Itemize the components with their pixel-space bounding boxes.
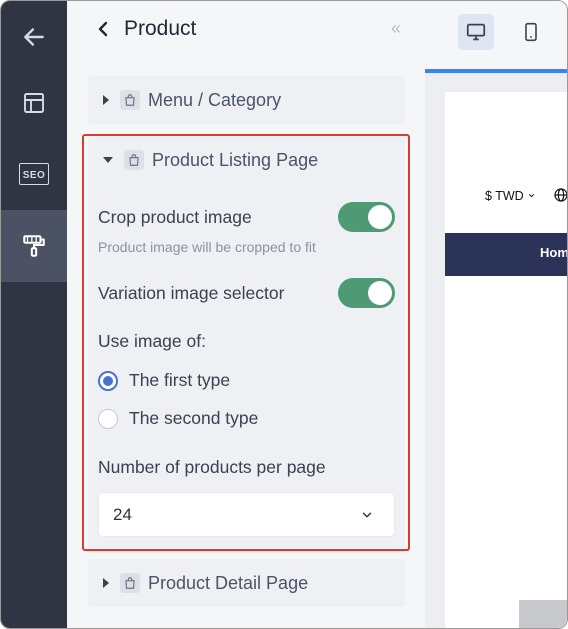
device-toolbar: [425, 1, 567, 69]
section-menu-category[interactable]: Menu / Category: [88, 76, 405, 124]
mobile-icon: [525, 22, 537, 42]
layout-rail-button[interactable]: [1, 67, 67, 139]
desktop-preview-button[interactable]: [458, 14, 494, 50]
panel-title: Product: [124, 17, 197, 40]
site-navbar: Hom: [445, 233, 567, 276]
seo-icon: SEO: [18, 163, 50, 185]
shopping-bag-icon: [120, 90, 140, 110]
preview-area: $ TWD Hom: [425, 1, 568, 628]
settings-panel: Product « Menu / Category Product Listin…: [67, 1, 425, 628]
collapse-panel-button[interactable]: «: [391, 18, 401, 39]
paint-roller-icon: [23, 235, 45, 257]
shopping-bag-icon: [120, 573, 140, 593]
seo-rail-button[interactable]: SEO: [1, 138, 67, 210]
nav-item-home[interactable]: Hom: [540, 245, 567, 260]
caret-right-icon: [103, 95, 109, 105]
back-rail-button[interactable]: [1, 1, 67, 73]
back-button[interactable]: [91, 17, 115, 41]
mobile-preview-button[interactable]: [513, 14, 549, 50]
arrow-left-icon: [24, 28, 44, 46]
site-footer-block: [519, 600, 567, 628]
section-label: Menu / Category: [148, 89, 282, 110]
chevron-left-icon: [98, 21, 108, 37]
caret-right-icon: [103, 578, 109, 588]
side-rail: SEO: [1, 1, 76, 628]
chevron-down-icon: [529, 194, 535, 198]
section-header: Menu / Category: [88, 76, 405, 124]
site-preview[interactable]: $ TWD Hom: [445, 92, 568, 628]
highlight-box: [82, 134, 410, 551]
seo-icon-label: SEO: [22, 170, 46, 181]
layout-icon: [24, 93, 44, 113]
globe-icon[interactable]: [553, 187, 568, 203]
desktop-icon: [466, 23, 486, 41]
currency-label: $ TWD: [485, 189, 524, 203]
app-window: SEO Product « Menu / Category Product Li…: [0, 0, 568, 629]
panel-header: Product «: [67, 1, 425, 59]
currency-selector[interactable]: $ TWD: [485, 189, 536, 203]
section-header: Product Detail Page: [88, 559, 405, 607]
section-label: Product Detail Page: [148, 572, 309, 593]
preview-accent-line: [425, 69, 567, 73]
section-product-detail[interactable]: Product Detail Page: [88, 559, 405, 607]
theme-rail-button[interactable]: [1, 210, 76, 282]
